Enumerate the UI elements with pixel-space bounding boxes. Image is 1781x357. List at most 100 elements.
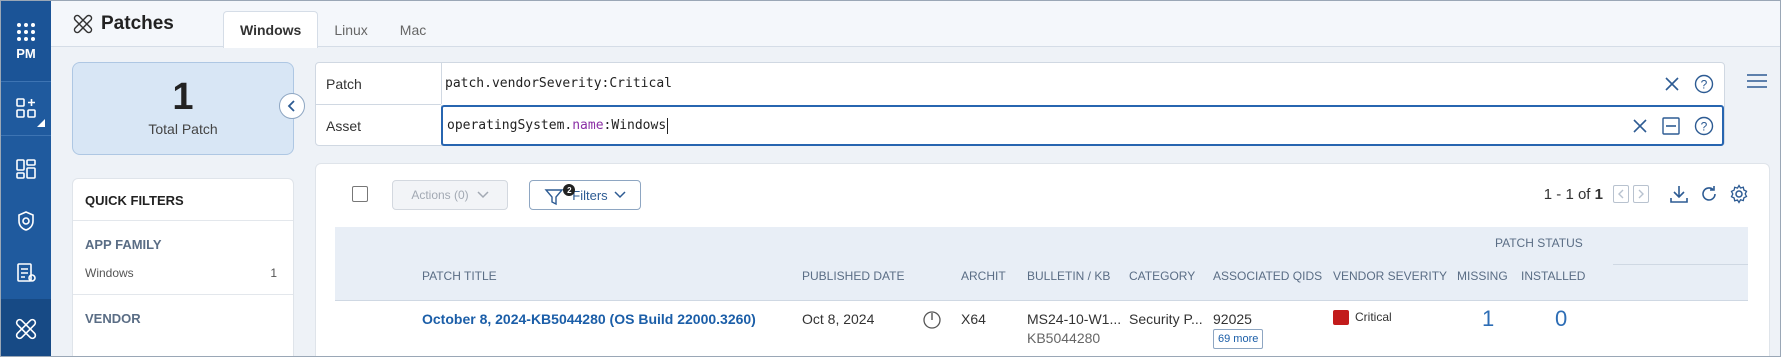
patch-icon [73, 14, 93, 34]
text-caret [667, 117, 669, 134]
asset-query-suffix: :Windows [603, 118, 667, 133]
col-patch-title[interactable]: PATCH TITLE [422, 269, 497, 283]
select-all-checkbox[interactable] [352, 186, 368, 202]
col-architecture[interactable]: ARCHIT [961, 269, 1006, 283]
actions-label: Actions (0) [411, 188, 469, 202]
tab-linux[interactable]: Linux [318, 11, 383, 48]
quick-filter-label: Windows [85, 266, 134, 280]
bulletin-value: MS24-10-W1... [1027, 311, 1122, 327]
actions-dropdown[interactable]: Actions (0) [392, 180, 508, 210]
report-icon [17, 263, 36, 282]
patch-icon [15, 318, 37, 339]
hamburger-menu-button[interactable] [1746, 73, 1768, 94]
asset-query-prefix: operatingSystem. [447, 118, 573, 133]
chevron-down-icon [614, 191, 626, 199]
quick-filters-panel: QUICK FILTERS APP FAMILY Windows 1 VENDO… [72, 178, 294, 356]
clear-icon[interactable] [1664, 76, 1680, 92]
total-patch-count: 1 [172, 76, 194, 118]
col-bulletin-kb[interactable]: BULLETIN / KB [1027, 269, 1110, 283]
chevron-left-icon [1618, 189, 1624, 199]
app-frame: PM Patches Windows Linux Mac 1 Total Pat… [0, 0, 1781, 357]
rail-reports[interactable] [1, 247, 51, 299]
published-date: Oct 8, 2024 [802, 311, 875, 327]
menu-icon [1747, 74, 1767, 88]
asset-query-label: Asset [316, 105, 442, 146]
col-missing[interactable]: MISSING [1457, 269, 1508, 283]
app-label: PM [16, 45, 36, 61]
pager-total: 1 [1594, 185, 1603, 203]
col-vendor-severity[interactable]: VENDOR SEVERITY [1333, 269, 1447, 283]
architecture-value: X64 [961, 311, 986, 327]
help-icon[interactable]: ? [1694, 116, 1714, 136]
patch-list-panel: Actions (0) 2 Filters 1 - 1 of 1 PATCH S… [315, 163, 1770, 356]
pager-range-text: 1 - 1 of [1543, 185, 1591, 203]
installed-count-link[interactable]: 0 [1555, 306, 1567, 332]
prev-page-button[interactable] [1613, 185, 1629, 203]
filter-icon-wrap: 2 [544, 184, 576, 206]
collapse-box-icon[interactable] [1662, 116, 1680, 135]
total-patch-card: 1 Total Patch [72, 62, 294, 155]
shield-gear-icon [18, 211, 34, 231]
col-installed[interactable]: INSTALLED [1521, 269, 1585, 283]
rail-dashboard[interactable] [1, 143, 51, 195]
help-icon[interactable]: ? [1694, 74, 1714, 94]
app-switcher[interactable]: PM [1, 1, 51, 81]
clear-icon[interactable] [1632, 118, 1648, 134]
chevron-down-icon [477, 191, 489, 199]
rail-divider [1, 135, 51, 136]
page-title-text: Patches [101, 13, 174, 34]
rail-dashboard-widgets[interactable] [1, 81, 51, 135]
vendor-severity: Critical [1333, 310, 1392, 326]
table-header-divider [335, 300, 1748, 301]
download-icon[interactable] [1669, 184, 1689, 204]
os-tabs: Windows Linux Mac [223, 11, 442, 48]
more-qids-text: 69 more [1213, 329, 1264, 349]
asset-query-input[interactable]: operatingSystem. name:Windows [441, 105, 1724, 146]
filters-button[interactable]: 2 Filters [529, 180, 641, 210]
rail-patches[interactable] [1, 299, 51, 356]
tab-mac[interactable]: Mac [384, 11, 442, 48]
missing-count-link[interactable]: 1 [1482, 306, 1494, 332]
quick-filter-section-vendor: VENDOR [85, 311, 141, 326]
asset-query-actions: ? [1632, 105, 1714, 146]
more-qids-chip[interactable]: 69 more [1213, 329, 1264, 349]
power-icon [923, 311, 941, 329]
quick-filter-item[interactable]: Windows 1 [73, 252, 293, 295]
settings-gear-icon[interactable] [1729, 184, 1749, 204]
patch-query-actions: ? [1664, 63, 1714, 104]
asset-query-row: Asset operatingSystem. name:Windows ? [316, 105, 1724, 146]
kb-value: KB5044280 [1027, 330, 1101, 346]
col-associated-qids[interactable]: ASSOCIATED QIDS [1213, 269, 1322, 283]
left-rail: PM [1, 1, 51, 356]
patch-query-text: patch.vendorSeverity:Critical [445, 76, 672, 91]
tab-windows[interactable]: Windows [223, 11, 319, 48]
patch-title-link[interactable]: October 8, 2024-KB5044280 (OS Build 2200… [422, 311, 756, 327]
quick-filters-title: QUICK FILTERS [73, 179, 293, 221]
next-page-button[interactable] [1633, 185, 1649, 203]
col-published-date[interactable]: PUBLISHED DATE [802, 269, 904, 283]
rail-security[interactable] [1, 195, 51, 247]
collapse-panel-button[interactable] [279, 93, 305, 119]
grid-icon [17, 22, 35, 41]
patch-query-label: Patch [316, 63, 442, 104]
category-value: Security P... [1129, 311, 1203, 327]
patch-query-row: Patch patch.vendorSeverity:Critical ? [316, 63, 1724, 104]
patch-query-input[interactable]: patch.vendorSeverity:Critical [441, 63, 1724, 104]
qid-value: 92025 [1213, 311, 1252, 327]
svg-text:?: ? [1701, 119, 1708, 133]
chevron-left-icon [287, 100, 295, 112]
patch-status-group-header: PATCH STATUS [1495, 236, 1583, 250]
quick-filter-count: 1 [270, 266, 277, 280]
pager-range: 1 - 1 of 1 [1544, 186, 1603, 203]
severity-text: Critical [1355, 310, 1392, 324]
header: Patches Windows Linux Mac [51, 1, 1780, 48]
total-patch-label: Total Patch [148, 121, 218, 137]
widgets-icon [16, 98, 36, 118]
chevron-right-icon [1638, 189, 1644, 199]
dashboard-icon [16, 159, 36, 179]
query-builder: Patch patch.vendorSeverity:Critical ? As… [315, 62, 1725, 146]
svg-text:?: ? [1701, 77, 1708, 91]
patch-title-text: October 8, 2024-KB5044280 (OS Build 2200… [422, 311, 756, 327]
refresh-icon[interactable] [1699, 184, 1719, 204]
col-category[interactable]: CATEGORY [1129, 269, 1195, 283]
